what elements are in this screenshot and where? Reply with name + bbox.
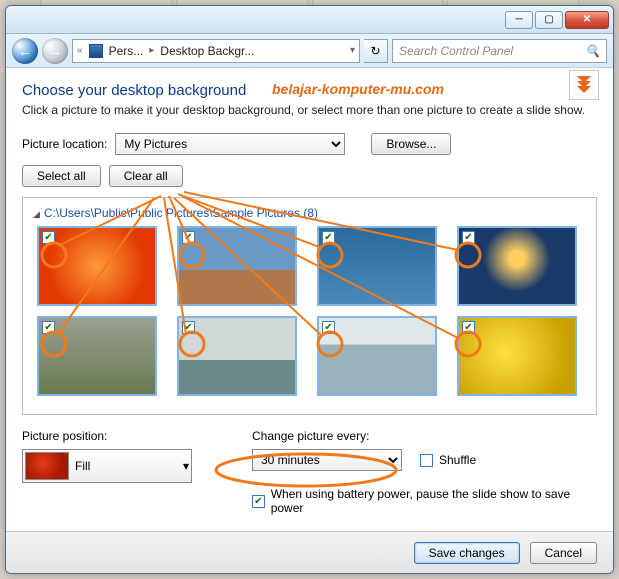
page-subtitle: Click a picture to make it your desktop … [22,103,597,117]
chevron-down-icon: ▾ [183,459,189,473]
select-all-button[interactable]: Select all [22,165,101,187]
shuffle-checkbox[interactable] [420,454,433,467]
picture-thumbnail[interactable]: ✔ [177,226,297,306]
change-interval-select[interactable]: 30 minutes [252,449,402,471]
thumbnail-checkbox[interactable]: ✔ [322,321,335,334]
thumbnail-checkbox[interactable]: ✔ [462,321,475,334]
maximize-button[interactable]: ▢ [535,11,563,29]
address-dropdown[interactable]: ▾ [350,40,355,62]
clear-all-button[interactable]: Clear all [109,165,183,187]
watermark-text: belajar-komputer-mu.com [272,81,614,97]
picture-thumbnail[interactable]: ✔ [37,316,157,396]
personalization-icon [89,44,103,58]
thumbnail-checkbox[interactable]: ✔ [42,231,55,244]
picture-location-row: Picture location: My Pictures Browse... [22,133,597,155]
browse-button[interactable]: Browse... [371,133,451,155]
address-bar-row: ← → « Pers... ▸ Desktop Backgr... ▾ ↻ Se… [6,34,613,68]
collapse-triangle-icon: ◢ [33,209,40,219]
picture-location-select[interactable]: My Pictures [115,133,345,155]
control-panel-window: ─ ▢ ✕ ← → « Pers... ▸ Desktop Backgr... … [5,5,614,574]
group-header[interactable]: ◢C:\Users\Public\Public Pictures\Sample … [33,206,588,220]
thumbnail-checkbox[interactable]: ✔ [182,231,195,244]
picture-thumbnail[interactable]: ✔ [317,316,437,396]
title-bar: ─ ▢ ✕ [6,6,613,34]
picture-thumbnail[interactable]: ✔ [37,226,157,306]
picture-position-select[interactable]: Fill ▾ [22,449,192,483]
picture-thumbnail[interactable]: ✔ [177,316,297,396]
breadcrumb-item[interactable]: Desktop Backgr... [160,44,254,58]
search-placeholder: Search Control Panel [399,44,513,58]
thumbnail-checkbox[interactable]: ✔ [42,321,55,334]
footer-controls: Picture position: Fill ▾ Change picture … [22,429,597,515]
save-changes-button[interactable]: Save changes [414,542,520,564]
bottom-action-bar: Save changes Cancel [6,531,613,573]
nav-back-button[interactable]: ← [12,38,38,64]
breadcrumb-bar[interactable]: « Pers... ▸ Desktop Backgr... ▾ [72,39,360,63]
breadcrumb-item[interactable]: Pers... [109,44,144,58]
thumbnail-checkbox[interactable]: ✔ [462,231,475,244]
picture-thumbnail[interactable]: ✔ [317,226,437,306]
chevron-right-icon: ▸ [149,45,154,56]
breadcrumb-root-chevron: « [77,45,83,56]
position-preview-icon [25,452,69,480]
battery-checkbox[interactable]: ✔ [252,495,265,508]
search-input[interactable]: Search Control Panel 🔍 [392,39,607,63]
content-area: Choose your desktop background belajar-k… [6,68,613,573]
close-button[interactable]: ✕ [565,11,609,29]
thumbnail-grid: ✔ ✔ ✔ ✔ ✔ ✔ ✔ ✔ [31,226,588,396]
nav-forward-button[interactable]: → [42,38,68,64]
overlay-triangles-icon [569,70,599,100]
thumbnail-checkbox[interactable]: ✔ [322,231,335,244]
picture-thumbnail[interactable]: ✔ [457,316,577,396]
cancel-button[interactable]: Cancel [530,542,597,564]
picture-position-label: Picture position: [22,429,192,443]
picture-location-label: Picture location: [22,137,107,151]
thumbnail-checkbox[interactable]: ✔ [182,321,195,334]
search-icon: 🔍 [585,44,600,58]
battery-option[interactable]: ✔ When using battery power, pause the sl… [252,487,597,515]
selection-buttons-row: Select all Clear all [22,165,597,187]
minimize-button[interactable]: ─ [505,11,533,29]
refresh-button[interactable]: ↻ [364,39,388,63]
shuffle-option[interactable]: Shuffle [420,453,476,467]
picture-gallery[interactable]: ◢C:\Users\Public\Public Pictures\Sample … [22,197,597,415]
picture-thumbnail[interactable]: ✔ [457,226,577,306]
change-every-label: Change picture every: [252,429,597,443]
